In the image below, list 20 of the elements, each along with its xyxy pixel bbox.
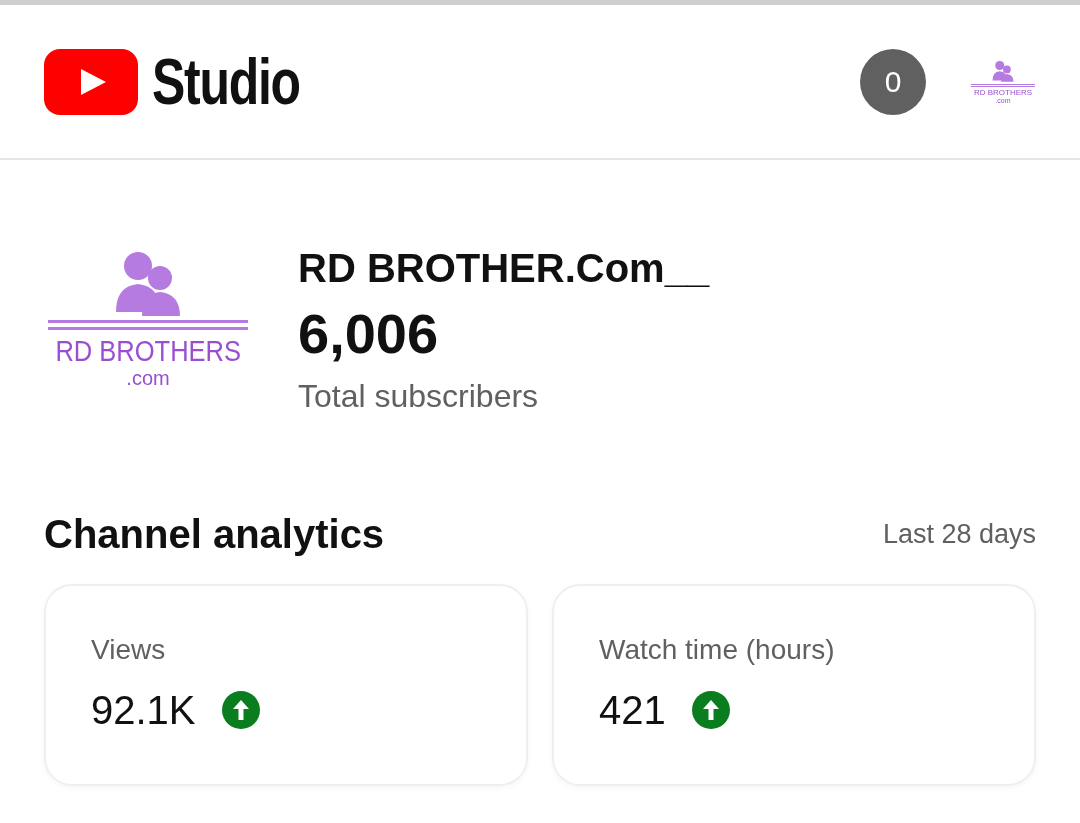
avatar-text: .com	[126, 368, 170, 388]
metric-label: Watch time (hours)	[599, 636, 836, 664]
section-title: Channel analytics	[44, 511, 385, 558]
metric-label: Views	[91, 636, 167, 664]
subscriber-label: Total subscribers	[298, 380, 540, 412]
rule-icon	[48, 320, 248, 330]
play-logo-icon	[44, 48, 138, 115]
rule-icon	[971, 84, 1035, 87]
subscriber-count: 6,006	[298, 306, 440, 362]
avatar-text: RD BROTHERS	[973, 89, 1033, 97]
channel-name: RD BROTHER.Com__	[298, 248, 710, 288]
notification-count[interactable]: 0	[860, 48, 926, 115]
logo-text: Studio	[152, 49, 300, 114]
period-label: Last 28 days	[882, 517, 1036, 551]
figures-icon	[990, 59, 1016, 83]
avatar-text: RD BROTHERS	[55, 336, 241, 366]
metric-card[interactable]: Views 92.1K	[44, 584, 528, 786]
metric-card[interactable]: Watch time (hours) 421	[552, 584, 1036, 786]
metric-value: 92.1K	[91, 690, 196, 730]
metric-value: 421	[599, 690, 666, 730]
